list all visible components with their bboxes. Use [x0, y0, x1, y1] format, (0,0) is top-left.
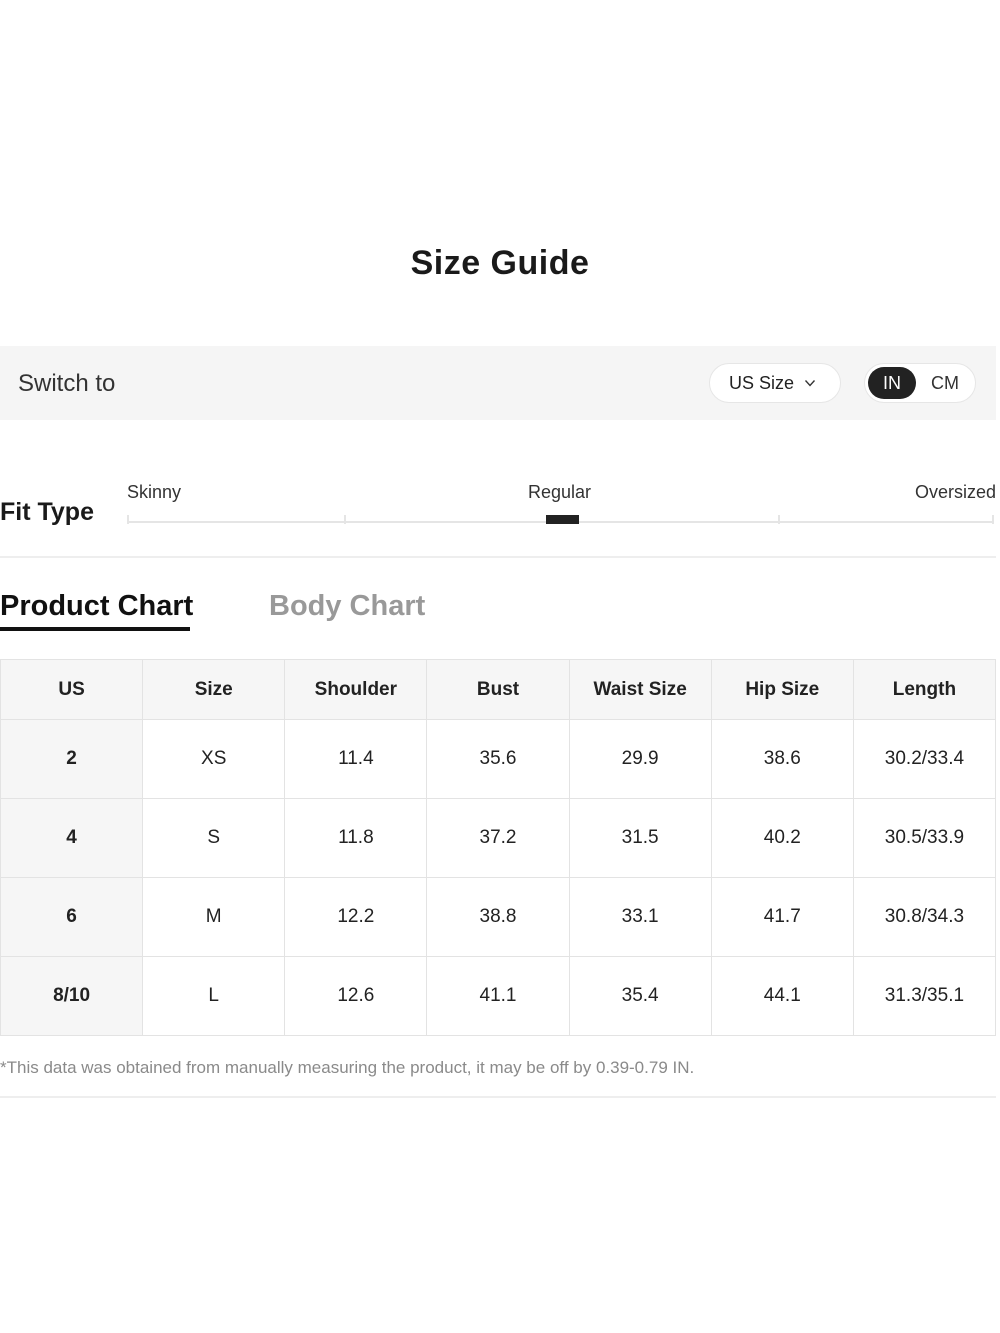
- column-header-size: Size: [142, 659, 286, 720]
- table-row: 4 S 11.8 37.2 31.5 40.2 30.5/33.9: [0, 798, 997, 878]
- table-cell: M: [142, 877, 286, 957]
- table-row: 6 M 12.2 38.8 33.1 41.7 30.8/34.3: [0, 877, 997, 957]
- unit-toggle: IN CM: [864, 363, 976, 403]
- switch-label: Switch to: [18, 370, 116, 397]
- section-divider: [0, 556, 996, 558]
- table-cell: 35.6: [426, 719, 570, 799]
- table-cell: 33.1: [568, 877, 712, 957]
- table-cell: 11.8: [284, 798, 428, 878]
- fit-type-scale: Skinny Regular Oversized: [127, 480, 996, 530]
- table-cell: 31.3/35.1: [852, 956, 997, 1036]
- table-cell: 44.1: [710, 956, 854, 1036]
- table-cell: 30.8/34.3: [852, 877, 997, 957]
- fit-type-label: Fit Type: [0, 498, 94, 526]
- column-header-bust: Bust: [426, 659, 570, 720]
- unit-cm-button[interactable]: CM: [921, 367, 969, 399]
- table-cell: XS: [142, 719, 286, 799]
- table-cell: 8/10: [0, 956, 144, 1036]
- table-cell: L: [142, 956, 286, 1036]
- table-cell: 2: [0, 719, 144, 799]
- table-cell: 12.2: [284, 877, 428, 957]
- fit-scale-tick: [344, 515, 346, 524]
- column-header-us: US: [0, 659, 144, 720]
- table-row: 2 XS 11.4 35.6 29.9 38.6 30.2/33.4: [0, 719, 997, 799]
- table-cell: 29.9: [568, 719, 712, 799]
- fit-option-regular: Regular: [528, 482, 592, 502]
- fit-scale-tick: [127, 515, 129, 524]
- table-cell: 40.2: [710, 798, 854, 878]
- table-row: 8/10 L 12.6 41.1 35.4 44.1 31.3/35.1: [0, 956, 997, 1036]
- table-cell: 41.1: [426, 956, 570, 1036]
- tab-body-chart[interactable]: Body Chart: [269, 590, 425, 623]
- table-cell: 12.6: [284, 956, 428, 1036]
- table-header-row: US Size Shoulder Bust Waist Size Hip Siz…: [0, 659, 997, 720]
- tab-product-chart[interactable]: Product Chart: [0, 590, 193, 623]
- fit-scale-tick: [992, 515, 994, 524]
- measurement-footnote: *This data was obtained from manually me…: [0, 1058, 695, 1077]
- column-header-length: Length: [852, 659, 997, 720]
- fit-selected-marker: [546, 515, 579, 524]
- fit-scale-tick: [778, 515, 780, 524]
- table-cell: 38.8: [426, 877, 570, 957]
- page-title: Size Guide: [410, 244, 590, 282]
- table-cell: 38.6: [710, 719, 854, 799]
- switch-bar: Switch to US Size IN CM: [0, 346, 996, 420]
- unit-in-button[interactable]: IN: [868, 367, 916, 399]
- bottom-divider: [0, 1096, 996, 1098]
- table-cell: 41.7: [710, 877, 854, 957]
- fit-option-oversized: Oversized: [914, 482, 996, 502]
- column-header-shoulder: Shoulder: [284, 659, 428, 720]
- table-cell: S: [142, 798, 286, 878]
- size-system-dropdown[interactable]: US Size: [709, 363, 841, 403]
- table-cell: 30.2/33.4: [852, 719, 997, 799]
- table-cell: 4: [0, 798, 144, 878]
- table-cell: 6: [0, 877, 144, 957]
- active-tab-underline: [0, 627, 190, 631]
- table-cell: 31.5: [568, 798, 712, 878]
- column-header-hip: Hip Size: [710, 659, 854, 720]
- size-system-value: US Size: [729, 372, 795, 393]
- column-header-waist: Waist Size: [568, 659, 712, 720]
- table-cell: 37.2: [426, 798, 570, 878]
- table-cell: 30.5/33.9: [852, 798, 997, 878]
- chevron-down-icon: [805, 380, 816, 387]
- table-cell: 11.4: [284, 719, 428, 799]
- table-cell: 35.4: [568, 956, 712, 1036]
- fit-option-skinny: Skinny: [127, 482, 182, 502]
- size-table: US Size Shoulder Bust Waist Size Hip Siz…: [0, 659, 997, 1036]
